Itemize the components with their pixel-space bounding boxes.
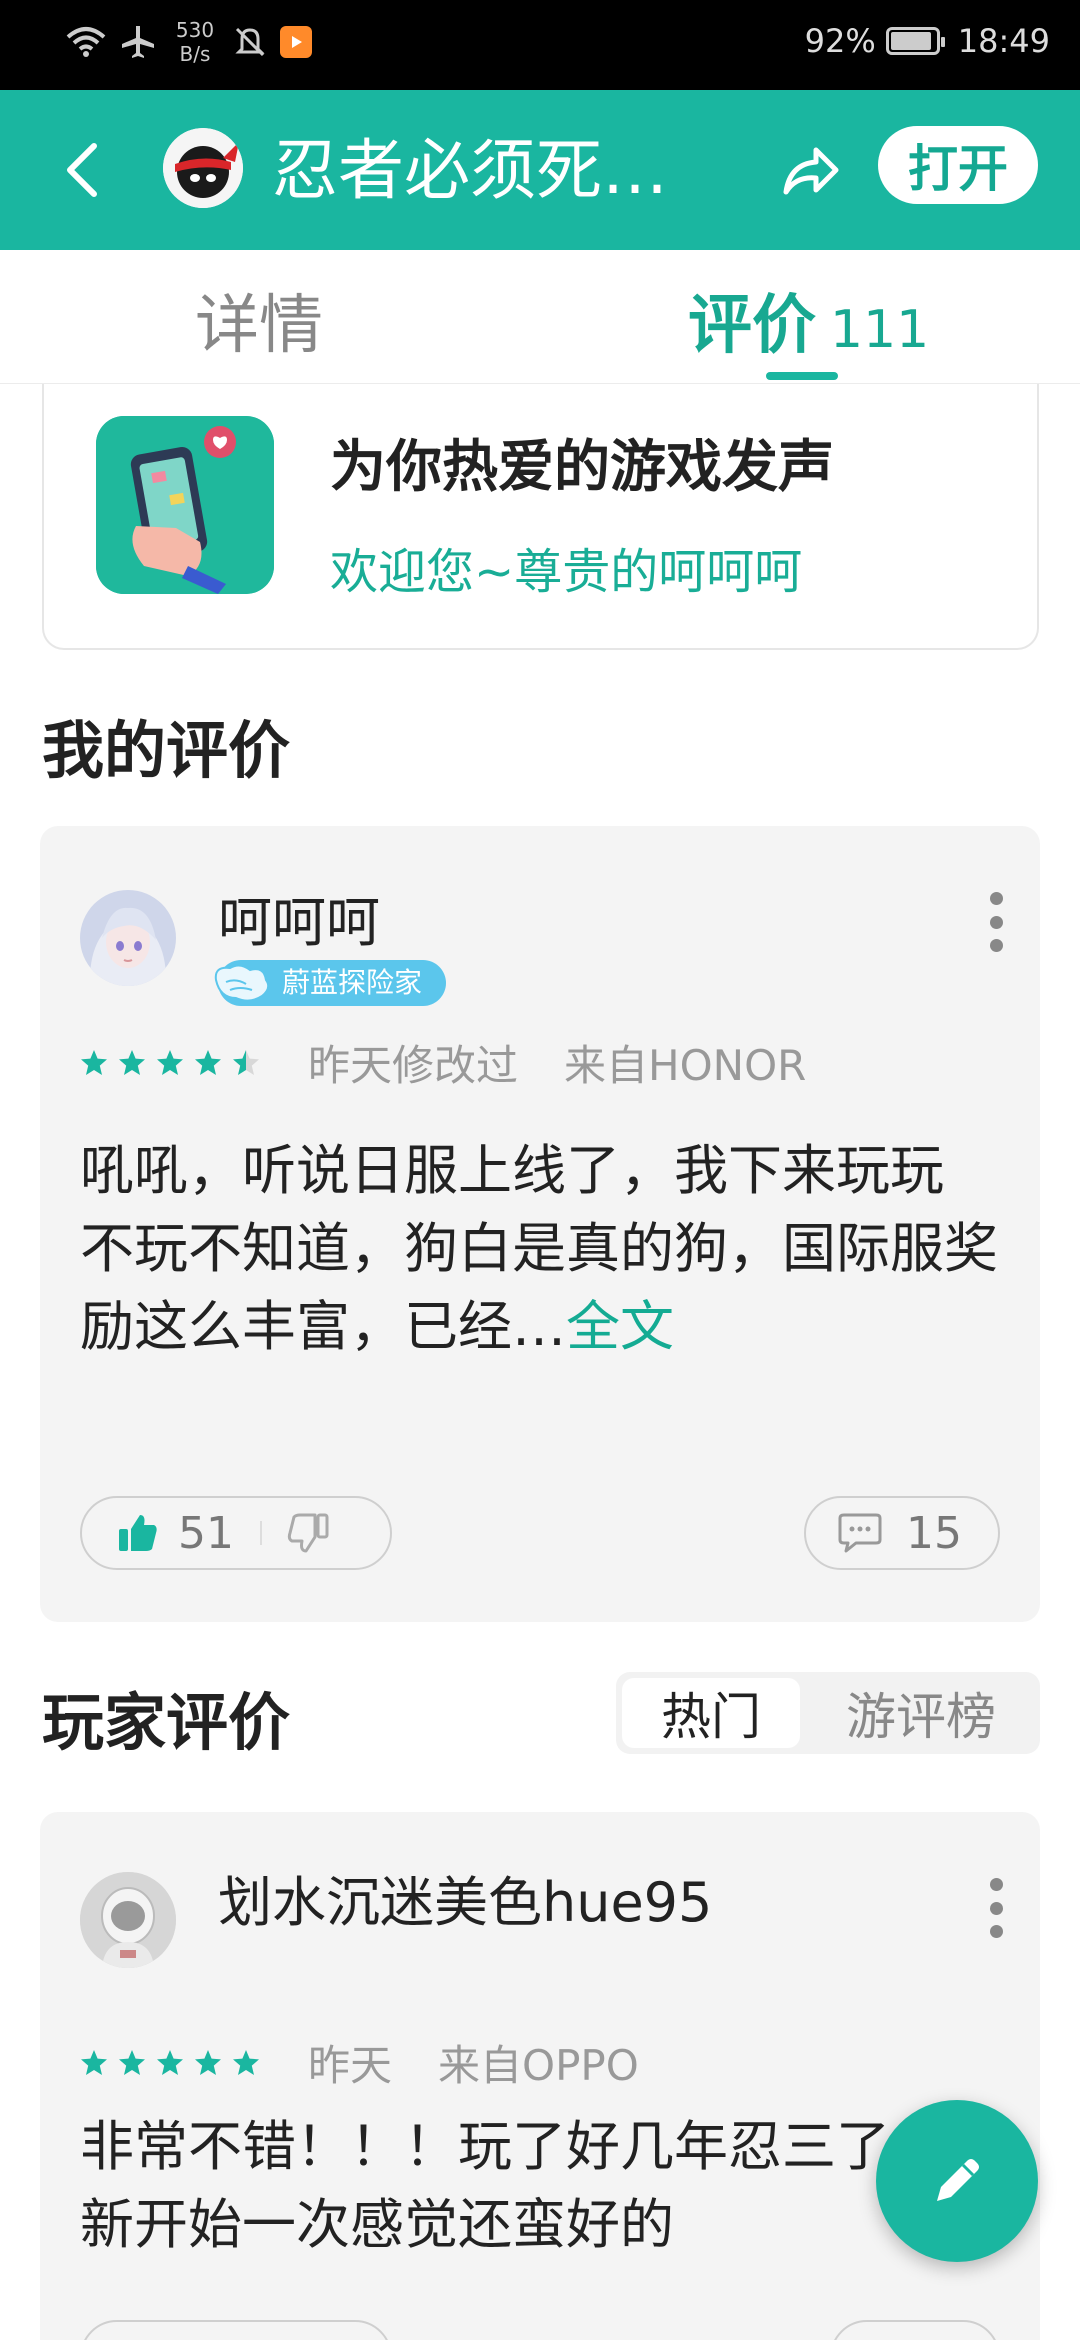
player-reviews-heading: 玩家评价 bbox=[42, 1686, 291, 1759]
network-speed-value: 530 bbox=[175, 18, 215, 42]
star-icon bbox=[233, 2049, 259, 2075]
rating-stars bbox=[80, 2049, 260, 2077]
read-more-link[interactable]: 全文 bbox=[566, 1295, 674, 1358]
like-count: 51 bbox=[178, 1507, 234, 1559]
star-icon bbox=[195, 2049, 221, 2075]
page-title: 忍者必须死… bbox=[272, 132, 668, 209]
wifi-icon bbox=[66, 27, 106, 57]
star-icon bbox=[119, 2049, 145, 2075]
my-review-heading: 我的评价 bbox=[42, 714, 291, 787]
network-speed-unit: B/s bbox=[179, 42, 211, 66]
comment-icon bbox=[838, 1513, 882, 1553]
review-time: 昨天 bbox=[308, 2041, 393, 2090]
comment-count: 15 bbox=[906, 1507, 962, 1559]
notification-app-icon bbox=[280, 26, 312, 58]
star-icon bbox=[157, 2049, 183, 2075]
star-icon bbox=[119, 1049, 145, 1075]
sort-hot-button[interactable]: 热门 bbox=[622, 1678, 800, 1748]
sort-ranking-button[interactable]: 游评榜 bbox=[816, 1678, 1026, 1748]
back-arrow-icon[interactable] bbox=[56, 132, 116, 208]
tab-reviews[interactable]: 评价 111 bbox=[688, 274, 929, 364]
battery-icon bbox=[885, 27, 945, 55]
clock: 18:49 bbox=[957, 22, 1050, 60]
more-options-icon[interactable] bbox=[986, 892, 1006, 952]
review-username: 划水沉迷美色hue95 bbox=[218, 1871, 713, 1934]
tab-reviews-count: 111 bbox=[830, 300, 930, 360]
app-header: 忍者必须死… 打开 bbox=[0, 90, 1080, 250]
wing-icon bbox=[214, 964, 270, 1002]
my-review-card[interactable]: 呵呵呵 蔚蓝探险家 昨天修改过 来自HONOR 吼吼，听说日服上线了，我下来玩玩… bbox=[40, 826, 1040, 1622]
promo-headline: 为你热爱的游戏发声 bbox=[330, 435, 834, 500]
phone-heart-illustration bbox=[96, 416, 274, 594]
tab-reviews-label: 评价 bbox=[688, 289, 816, 363]
star-icon bbox=[81, 2049, 107, 2075]
like-dislike-pill: 51 bbox=[80, 1496, 392, 1570]
review-body-text: 吼吼，听说日服上线了，我下来玩玩 不玩不知道，狗白是真的狗，国际服奖励这么丰富，… bbox=[80, 1139, 998, 1358]
open-button[interactable]: 打开 bbox=[878, 126, 1038, 204]
share-icon[interactable] bbox=[780, 140, 842, 202]
thumbs-up-icon[interactable] bbox=[116, 1511, 160, 1555]
tab-bar: 详情 评价 111 bbox=[0, 250, 1080, 384]
avatar[interactable] bbox=[80, 1872, 176, 1968]
promo-card[interactable]: 为你热爱的游戏发声 欢迎您~尊贵的呵呵呵 bbox=[42, 384, 1039, 650]
more-options-icon[interactable] bbox=[986, 1878, 1006, 1938]
user-badge: 蔚蓝探险家 bbox=[214, 960, 447, 1006]
write-review-button[interactable] bbox=[876, 2100, 1038, 2262]
sort-toggle: 热门 游评榜 bbox=[616, 1672, 1040, 1754]
review-device: 来自HONOR bbox=[564, 1041, 807, 1090]
active-tab-indicator bbox=[766, 372, 838, 380]
tab-details[interactable]: 详情 bbox=[195, 274, 323, 364]
review-meta: 昨天修改过 来自HONOR bbox=[80, 1032, 806, 1093]
player-review-card[interactable]: 划水沉迷美色hue95 昨天 来自OPPO 非常不错！！！玩了好几年忍三了，重新… bbox=[40, 1812, 1040, 2340]
review-device: 来自OPPO bbox=[438, 2041, 639, 2090]
review-meta: 昨天 来自OPPO bbox=[80, 2032, 639, 2093]
game-app-icon bbox=[163, 128, 243, 208]
comment-pill[interactable]: 15 bbox=[804, 1496, 1000, 1570]
airplane-mode-icon bbox=[122, 26, 154, 58]
status-bar: 530 B/s 92% 18:49 bbox=[0, 0, 1080, 90]
avatar[interactable] bbox=[80, 890, 176, 986]
star-icon bbox=[233, 1049, 259, 1075]
thumbs-down-icon[interactable] bbox=[286, 1511, 330, 1555]
battery-percent: 92% bbox=[804, 22, 876, 60]
review-time: 昨天修改过 bbox=[308, 1041, 519, 1090]
promo-subtitle: 欢迎您~尊贵的呵呵呵 bbox=[330, 544, 803, 600]
tab-details-label: 详情 bbox=[195, 289, 323, 363]
comment-pill[interactable] bbox=[830, 2320, 1000, 2340]
status-right: 92% 18:49 bbox=[805, 22, 1050, 60]
like-dislike-pill bbox=[80, 2320, 392, 2340]
status-left: 530 B/s bbox=[66, 18, 312, 66]
star-icon bbox=[195, 1049, 221, 1075]
mute-bell-icon bbox=[235, 27, 265, 57]
rating-stars bbox=[80, 1049, 260, 1077]
network-speed: 530 B/s bbox=[170, 18, 220, 66]
pencil-icon bbox=[937, 2159, 979, 2201]
review-username: 呵呵呵 bbox=[218, 891, 380, 954]
star-icon bbox=[81, 1049, 107, 1075]
review-body: 吼吼，听说日服上线了，我下来玩玩 不玩不知道，狗白是真的狗，国际服奖励这么丰富，… bbox=[80, 1132, 1040, 1368]
user-badge-label: 蔚蓝探险家 bbox=[282, 966, 423, 999]
star-icon bbox=[157, 1049, 183, 1075]
